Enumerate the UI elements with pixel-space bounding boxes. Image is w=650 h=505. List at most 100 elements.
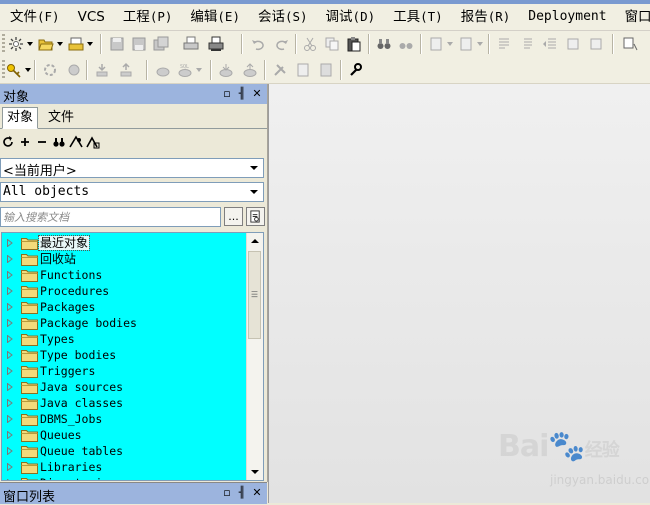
tree-item[interactable]: Functions: [2, 267, 247, 283]
menu-vcs[interactable]: VCS: [69, 4, 114, 30]
expand-arrow-icon[interactable]: [7, 255, 13, 263]
tree-item[interactable]: Procedures: [2, 283, 247, 299]
tree-item[interactable]: Directories: [2, 475, 247, 481]
menu-reports[interactable]: 报告(R): [452, 4, 520, 30]
window-icon[interactable]: [620, 34, 640, 54]
paste-icon[interactable]: [344, 34, 364, 54]
expand-arrow-icon[interactable]: [7, 431, 13, 439]
close-icon[interactable]: ✕: [251, 486, 263, 500]
print-setup-icon[interactable]: [206, 34, 226, 54]
tab-files[interactable]: 文件: [44, 108, 78, 128]
object-type-dropdown[interactable]: All objects: [0, 182, 264, 202]
pin-icon[interactable]: ╢: [236, 486, 248, 500]
filter-edit-icon[interactable]: [86, 135, 100, 149]
commit-transaction-icon[interactable]: [240, 60, 260, 80]
chevron-down-icon[interactable]: [196, 67, 202, 73]
tree-item[interactable]: 最近对象: [2, 235, 247, 251]
replace-icon[interactable]: [396, 34, 416, 54]
rollback-icon[interactable]: [216, 60, 236, 80]
tree-item[interactable]: Types: [2, 331, 247, 347]
execute-icon[interactable]: [40, 60, 60, 80]
fetch-icon[interactable]: [92, 60, 112, 80]
filter-icon[interactable]: [69, 135, 83, 149]
chevron-down-icon[interactable]: [247, 185, 261, 199]
tree-item[interactable]: Java classes: [2, 395, 247, 411]
expand-arrow-icon[interactable]: [7, 447, 13, 455]
float-icon[interactable]: ▫: [221, 87, 233, 101]
wrench-icon[interactable]: [345, 60, 365, 80]
owner-dropdown[interactable]: <当前用户>: [0, 158, 264, 179]
fetch-last-icon[interactable]: [116, 60, 136, 80]
menu-edit[interactable]: 编辑(E): [181, 4, 249, 30]
chevron-down-icon[interactable]: [25, 67, 31, 73]
menu-session[interactable]: 会话(S): [249, 4, 317, 30]
save-all-icon[interactable]: [151, 34, 171, 54]
expand-arrow-icon[interactable]: [7, 271, 13, 279]
expand-arrow-icon[interactable]: [7, 351, 13, 359]
menu-deployment[interactable]: Deployment: [519, 4, 615, 30]
outdent-icon[interactable]: [540, 34, 560, 54]
expand-arrow-icon[interactable]: [7, 479, 13, 481]
indent-icon[interactable]: [426, 34, 446, 54]
save-icon[interactable]: [107, 34, 127, 54]
chevron-down-icon[interactable]: [57, 41, 63, 47]
refresh-icon[interactable]: [1, 135, 15, 149]
tree-item[interactable]: Libraries: [2, 459, 247, 475]
tree-item[interactable]: 回收站: [2, 251, 247, 267]
float-icon[interactable]: ▫: [221, 486, 233, 500]
object-tree[interactable]: 最近对象 回收站 Functions Procedures Packages Packag…: [1, 232, 264, 481]
clipboard-icon[interactable]: [316, 60, 336, 80]
new-icon[interactable]: [6, 34, 26, 54]
scroll-down-button[interactable]: [247, 464, 263, 480]
search-input[interactable]: [0, 207, 221, 227]
copy-icon[interactable]: [322, 34, 342, 54]
tree-item[interactable]: Java sources: [2, 379, 247, 395]
expand-arrow-icon[interactable]: [7, 335, 13, 343]
vertical-scrollbar[interactable]: [246, 233, 263, 480]
editor-workspace[interactable]: Bai🐾经验 jingyan.baidu.com: [268, 84, 650, 503]
redo-icon[interactable]: [272, 34, 292, 54]
remove-icon[interactable]: [35, 135, 49, 149]
menu-file[interactable]: 文件(F): [0, 4, 69, 30]
tab-objects[interactable]: 对象: [2, 107, 39, 129]
add-icon[interactable]: [18, 135, 32, 149]
tree-item[interactable]: Queues: [2, 427, 247, 443]
format-icon[interactable]: [456, 34, 476, 54]
tree-item[interactable]: Packages: [2, 299, 247, 315]
block-indent-icon[interactable]: [563, 34, 583, 54]
expand-arrow-icon[interactable]: [7, 399, 13, 407]
comment-icon[interactable]: [494, 34, 514, 54]
tree-item[interactable]: DBMS_Jobs: [2, 411, 247, 427]
chevron-down-icon[interactable]: [87, 41, 93, 47]
chevron-down-icon[interactable]: [447, 41, 453, 47]
sql-icon[interactable]: SQL: [175, 60, 195, 80]
chevron-down-icon[interactable]: [27, 41, 33, 47]
open-folder-icon[interactable]: [36, 34, 56, 54]
close-icon[interactable]: ✕: [251, 87, 263, 101]
expand-arrow-icon[interactable]: [7, 463, 13, 471]
expand-arrow-icon[interactable]: [7, 383, 13, 391]
chevron-down-icon[interactable]: [247, 161, 261, 175]
search-options-button[interactable]: ...: [224, 207, 243, 226]
tree-item[interactable]: Triggers: [2, 363, 247, 379]
chevron-down-icon[interactable]: [477, 41, 483, 47]
menu-window[interactable]: 窗口: [616, 4, 650, 30]
expand-arrow-icon[interactable]: [7, 303, 13, 311]
search-document-button[interactable]: [246, 207, 265, 226]
block-outdent-icon[interactable]: [586, 34, 606, 54]
pin-icon[interactable]: ╢: [236, 87, 248, 101]
report-icon[interactable]: [293, 60, 313, 80]
undo-icon[interactable]: [248, 34, 268, 54]
find-icon[interactable]: [374, 34, 394, 54]
key-icon[interactable]: [4, 60, 24, 80]
expand-arrow-icon[interactable]: [7, 367, 13, 375]
print-icon[interactable]: [181, 34, 201, 54]
expand-arrow-icon[interactable]: [7, 287, 13, 295]
toolbar-grip[interactable]: [2, 34, 5, 54]
tree-item[interactable]: Queue tables: [2, 443, 247, 459]
expand-arrow-icon[interactable]: [7, 239, 13, 247]
scroll-up-button[interactable]: [247, 233, 263, 249]
open-recent-icon[interactable]: [66, 34, 86, 54]
scroll-thumb[interactable]: [248, 251, 261, 339]
expand-arrow-icon[interactable]: [7, 415, 13, 423]
